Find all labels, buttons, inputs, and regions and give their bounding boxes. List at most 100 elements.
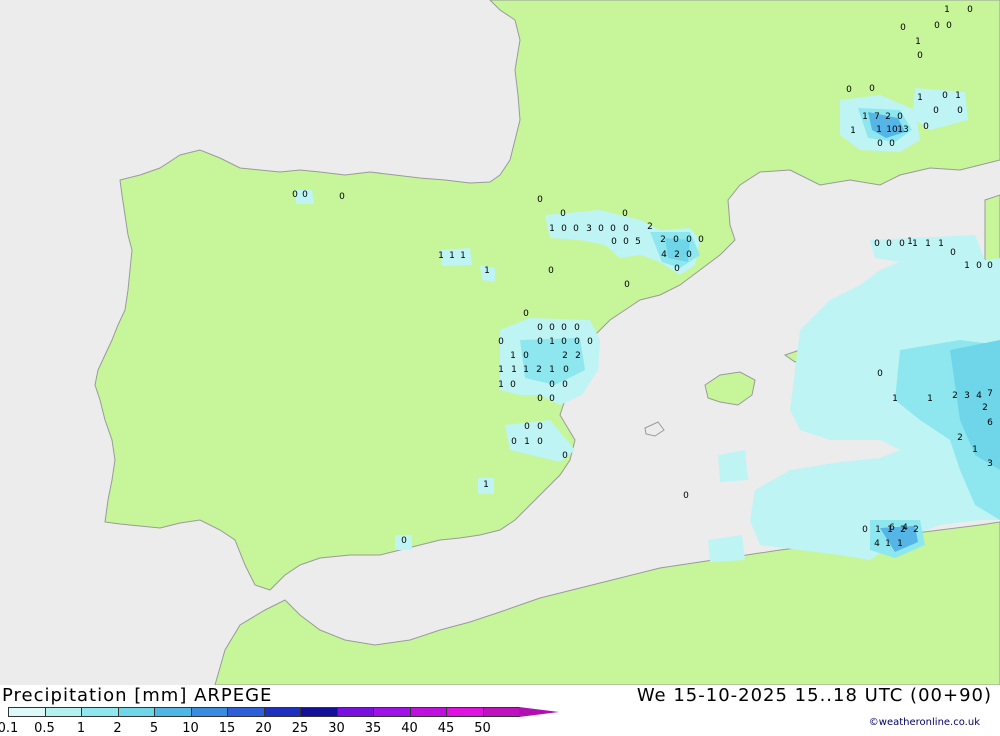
precip-value-label: 1: [498, 380, 504, 390]
precip-value-label: 10: [886, 125, 898, 135]
precip-value-label: 1: [955, 91, 961, 101]
precip-value-label: 1: [484, 266, 490, 276]
precip-value-label: 0: [862, 525, 868, 535]
precip-value-label: 0: [561, 323, 567, 333]
precip-value-label: 6: [987, 418, 993, 428]
precip-value-label: 0: [587, 337, 593, 347]
precipitation-map: 0001111000001003000200520004200000000010…: [0, 0, 1000, 685]
precip-value-label: 1: [498, 365, 504, 375]
precip-value-label: 1: [549, 365, 555, 375]
precip-value-label: 3: [964, 391, 970, 401]
legend-arrow-icon: [519, 707, 559, 717]
precip-value-label: 0: [560, 209, 566, 219]
legend-swatch: [409, 707, 447, 717]
precip-value-label: 1: [885, 539, 891, 549]
precip-value-label: 0: [611, 237, 617, 247]
precip-value-label: 0: [886, 239, 892, 249]
legend-tick-label: 2: [113, 721, 122, 736]
precip-value-label: 1: [510, 351, 516, 361]
legend-tick-label: 5: [149, 721, 159, 736]
legend-tick-label: 0.5: [34, 721, 55, 736]
precip-value-label: 1: [438, 251, 444, 261]
legend-swatch: [154, 707, 192, 717]
precip-value-label: 0: [610, 224, 616, 234]
precip-value-label: 0: [623, 237, 629, 247]
precip-value-label: 1: [944, 5, 950, 15]
precip-value-label: 4: [874, 539, 880, 549]
legend-tick-label: 40: [401, 721, 418, 736]
precip-value-label: 3: [586, 224, 592, 234]
precip-value-label: 0: [292, 190, 298, 200]
precip-value-label: 1: [460, 251, 466, 261]
precip-value-label: 1: [915, 37, 921, 47]
precip-value-label: 0: [511, 437, 517, 447]
precip-value-label: 0: [673, 235, 679, 245]
legend-tick-label: 10: [182, 721, 199, 736]
precip-value-label: 1: [549, 224, 555, 234]
precip-value-label: 2: [562, 351, 568, 361]
precip-value-label: 0: [869, 84, 875, 94]
precip-value-label: 0: [950, 248, 956, 258]
precip-value-label: 6: [889, 523, 895, 533]
legend-tick-label: 1: [76, 721, 86, 736]
precip-value-label: 0: [549, 394, 555, 404]
precip-value-label: 1: [524, 437, 530, 447]
precip-value-label: 0: [624, 280, 630, 290]
precip-value-label: 0: [946, 21, 952, 31]
precip-value-label: 0: [537, 394, 543, 404]
precip-value-label: 2: [952, 391, 958, 401]
legend-tick-label: 35: [364, 721, 382, 736]
legend-swatch: [81, 707, 119, 717]
precip-value-label: 1: [511, 365, 517, 375]
precip-value-label: 1: [483, 480, 489, 490]
legend-swatch: [117, 707, 155, 717]
precip-value-label: 1: [972, 445, 978, 455]
legend-swatch: [44, 707, 82, 717]
precip-value-label: 0: [942, 91, 948, 101]
precip-value-label: 1: [938, 239, 944, 249]
precip-value-label: 0: [561, 337, 567, 347]
precip-value-label: 0: [934, 21, 940, 31]
precip-value-label: 2: [536, 365, 542, 375]
legend-tick-label: 45: [437, 721, 455, 736]
legend-tick-label: 25: [291, 721, 309, 736]
precip-value-label: 1: [549, 337, 555, 347]
precip-value-label: 0: [562, 451, 568, 461]
precip-value-label: 1: [850, 126, 856, 136]
credit-link[interactable]: ©weatheronline.co.uk: [869, 717, 980, 728]
precip-value-label: 0: [523, 309, 529, 319]
precip-value-label: 1: [964, 261, 970, 271]
precip-value-label: 2: [913, 525, 919, 535]
precip-value-label: 0: [622, 209, 628, 219]
precip-value-label: 2: [660, 235, 666, 245]
precip-value-label: 1: [907, 237, 913, 247]
precip-value-label: 1: [897, 539, 903, 549]
precip-value-label: 0: [537, 337, 543, 347]
legend-tick-label: 0.1: [0, 721, 19, 736]
precip-value-label: 0: [917, 51, 923, 61]
precip-value-label: 0: [897, 112, 903, 122]
precip-value-label: 0: [401, 536, 407, 546]
precip-value-label: 3: [987, 459, 993, 469]
precip-value-label: 1: [912, 239, 918, 249]
precip-value-label: 0: [498, 337, 504, 347]
precip-value-label: 2: [575, 351, 581, 361]
precip-value-label: 0: [537, 323, 543, 333]
precip-value-label: 0: [574, 323, 580, 333]
legend-swatch: [190, 707, 228, 717]
precip-value-label: 0: [933, 106, 939, 116]
precip-value-label: 1: [927, 394, 933, 404]
precip-value-label: 0: [957, 106, 963, 116]
precip-value-label: 0: [561, 224, 567, 234]
precip-value-label: 1: [523, 365, 529, 375]
precip-value-label: 4: [976, 391, 982, 401]
legend-swatch: [446, 707, 484, 717]
precip-value-label: 4: [902, 523, 908, 533]
precip-value-label: 1: [875, 525, 881, 535]
precip-value-label: 7: [987, 389, 993, 399]
precip-value-label: 1: [876, 125, 882, 135]
precip-value-label: 0: [524, 422, 530, 432]
precip-value-label: 0: [899, 239, 905, 249]
precip-value-label: 0: [537, 422, 543, 432]
legend-tick-label: 20: [255, 721, 272, 736]
